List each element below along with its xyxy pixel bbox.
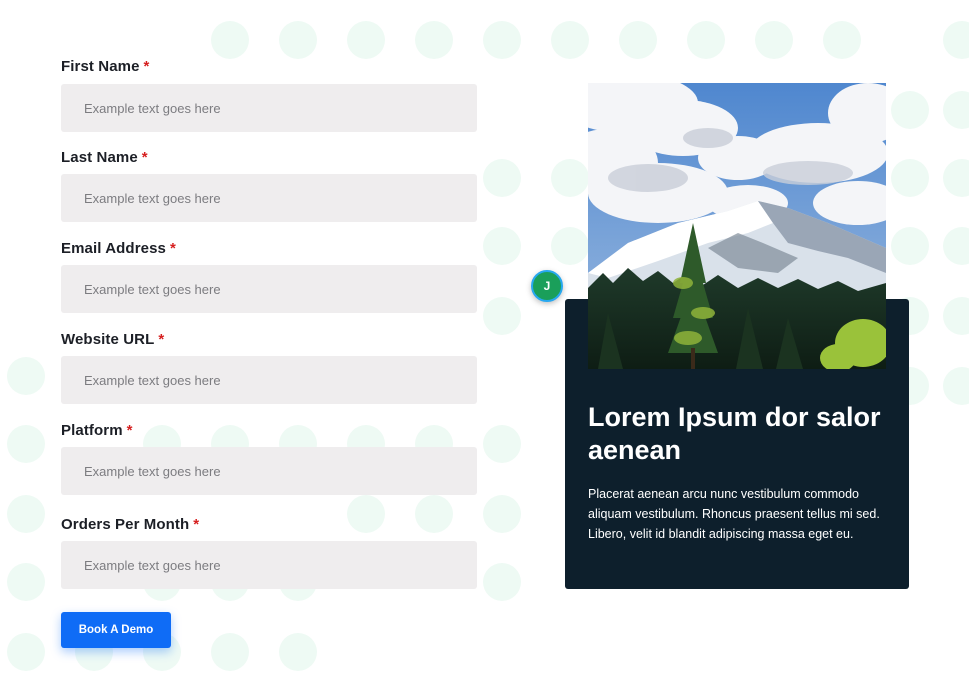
first-name-label: First Name *	[61, 58, 150, 75]
card-title: Lorem Ipsum dor salor aenean	[588, 402, 881, 465]
decorative-dot	[943, 297, 969, 335]
user-avatar-icon[interactable]: J	[531, 270, 563, 302]
decorative-dot	[551, 227, 589, 265]
orders-per-month-input[interactable]	[61, 541, 477, 589]
decorative-dot	[755, 21, 793, 59]
decorative-dot	[823, 21, 861, 59]
decorative-dot	[279, 633, 317, 671]
required-marker: *	[158, 331, 165, 348]
last-name-label: Last Name *	[61, 149, 148, 166]
required-marker: *	[126, 422, 133, 439]
decorative-dot	[347, 495, 385, 533]
required-marker: *	[141, 149, 148, 166]
website-url-label: Website URL *	[61, 331, 165, 348]
decorative-dot	[7, 425, 45, 463]
decorative-dot	[687, 21, 725, 59]
decorative-dot	[7, 495, 45, 533]
email-address-label: Email Address *	[61, 240, 176, 257]
decorative-dot	[891, 159, 929, 197]
required-marker: *	[169, 240, 176, 257]
decorative-dot	[483, 227, 521, 265]
decorative-dot	[943, 91, 969, 129]
decorative-dot	[7, 633, 45, 671]
decorative-dot	[943, 159, 969, 197]
required-marker: *	[193, 516, 200, 533]
decorative-dot	[347, 21, 385, 59]
decorative-dot	[891, 91, 929, 129]
decorative-dot	[415, 495, 453, 533]
first-name-input[interactable]	[61, 84, 477, 132]
decorative-dot	[483, 21, 521, 59]
platform-input[interactable]	[61, 447, 477, 495]
decorative-dot	[619, 21, 657, 59]
decorative-dot	[943, 21, 969, 59]
decorative-dot	[551, 159, 589, 197]
decorative-dot	[7, 357, 45, 395]
decorative-dot	[211, 21, 249, 59]
decorative-dot	[279, 21, 317, 59]
decorative-dot	[415, 21, 453, 59]
last-name-input[interactable]	[61, 174, 477, 222]
decorative-dot	[551, 21, 589, 59]
website-url-input[interactable]	[61, 356, 477, 404]
required-marker: *	[143, 58, 150, 75]
decorative-dot	[7, 563, 45, 601]
decorative-dot	[483, 159, 521, 197]
decorative-dot	[483, 563, 521, 601]
mountain-landscape-image	[588, 83, 886, 369]
book-a-demo-button[interactable]: Book A Demo	[61, 612, 171, 648]
platform-label: Platform *	[61, 422, 133, 439]
decorative-dot	[943, 367, 969, 405]
decorative-dot	[943, 227, 969, 265]
orders-per-month-label: Orders Per Month *	[61, 516, 200, 533]
decorative-dot	[211, 633, 249, 671]
email-address-input[interactable]	[61, 265, 477, 313]
decorative-dot	[483, 495, 521, 533]
decorative-dot	[891, 227, 929, 265]
decorative-dot	[483, 425, 521, 463]
card-body-text: Placerat aenean arcu nunc vestibulum com…	[588, 487, 880, 541]
decorative-dot	[483, 297, 521, 335]
